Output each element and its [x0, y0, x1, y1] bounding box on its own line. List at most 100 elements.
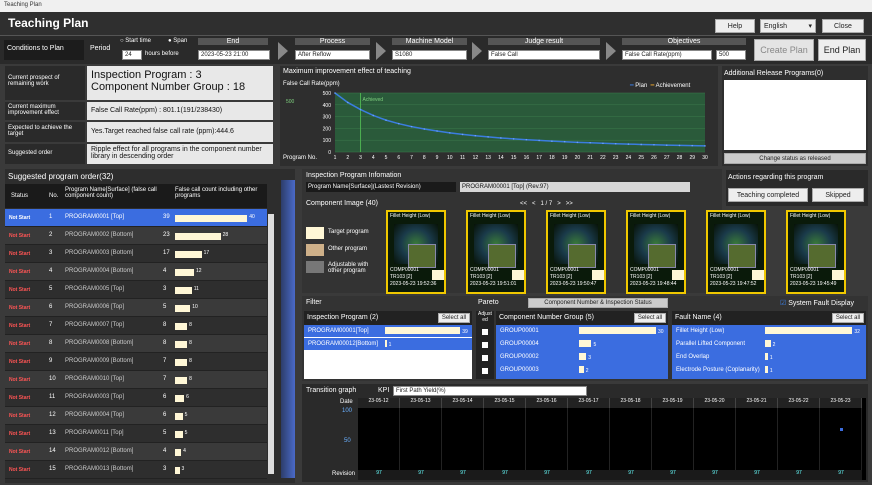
conditions-label: Conditions to Plan: [4, 40, 84, 60]
change-status-button[interactable]: Change status as released: [724, 153, 866, 164]
component-chip: [488, 244, 516, 268]
list-item[interactable]: GROUP00003 2: [496, 364, 668, 376]
row-number: 9: [49, 358, 53, 364]
component-count: 4: [163, 268, 167, 274]
component-count: 3: [163, 466, 167, 472]
component-thumbnail[interactable]: Fillet Height (Low) COMP00001 TR103 [2] 202…: [786, 210, 846, 294]
plan-point: [346, 101, 349, 104]
table-row[interactable]: Not Start 12 PROGRAM0004 [Top] 6 5: [5, 407, 267, 425]
skipped-button[interactable]: Skipped: [812, 188, 864, 202]
list-item[interactable]: PROGRAM00001[Top] 39: [304, 325, 472, 337]
table-row[interactable]: Not Start 7 PROGRAM0007 [Top] 8 8: [5, 317, 267, 335]
list-item[interactable]: Electrode Posture (Coplanarity) 1: [672, 364, 866, 376]
grid-line: [819, 408, 820, 470]
collapse-arrow[interactable]: [281, 180, 295, 478]
list-item[interactable]: End Overlap 1: [672, 351, 866, 363]
grid-line: [567, 408, 568, 470]
table-row[interactable]: Not Start 10 PROGRAM0010 [Top] 7 8: [5, 371, 267, 389]
component-thumbnail[interactable]: Fillet Height (Low) COMP00001 TR103 [2] 202…: [706, 210, 766, 294]
table-row[interactable]: Not Start 11 PROGRAM0003 [Top] 6 6: [5, 389, 267, 407]
arrow-icon: [472, 42, 482, 60]
list-item[interactable]: Fillet Height (Low) 32: [672, 325, 866, 337]
x-tick-label: 22: [600, 155, 606, 161]
date-header: 23-05-17: [568, 398, 610, 408]
conditions-label-text: Conditions to Plan: [7, 45, 64, 52]
table-row[interactable]: Not Start 2 PROGRAM0002 [Bottom] 23 28: [5, 227, 267, 245]
component-thumbnail[interactable]: Fillet Height (Low) COMP00001 TR103 [2] 202…: [386, 210, 446, 294]
table-row[interactable]: Not Start 4 PROGRAM0004 [Bottom] 4 12: [5, 263, 267, 281]
thumbnail-comp: COMP00001: [630, 267, 659, 273]
x-tick-label: 10: [447, 155, 453, 161]
adjusted-checkbox[interactable]: [482, 329, 488, 335]
adjusted-checkbox[interactable]: [482, 342, 488, 348]
col-no: No.: [49, 193, 59, 199]
fault-select-all[interactable]: Select all: [832, 313, 864, 323]
adjusted-checkbox[interactable]: [482, 368, 488, 374]
create-plan-button[interactable]: Create Plan: [754, 39, 814, 61]
kpi-select[interactable]: First Path Yield(%): [393, 386, 587, 396]
max-effect-value: False Call Rate(ppm) : 801.1(191/238430): [87, 102, 273, 120]
component-thumbnail[interactable]: Fillet Height (Low) COMP00001 TR103 [2] 202…: [546, 210, 606, 294]
cng-select-all[interactable]: Select all: [634, 313, 666, 323]
machine-header: Machine Model: [392, 38, 467, 45]
component-thumbnail[interactable]: Fillet Height (Low) COMP00001 TR103 [2] 202…: [626, 210, 686, 294]
grid-line: [525, 408, 526, 470]
system-fault-toggle[interactable]: ☑ System Fault Display: [780, 299, 854, 307]
list-item-name: Fillet Height (Low): [676, 328, 725, 334]
table-row[interactable]: Not Start 1 PROGRAM0001 [Top] 39 40: [5, 209, 267, 227]
ip-select-all[interactable]: Select all: [438, 313, 470, 323]
component-thumbnail[interactable]: Fillet Height (Low) COMP00001 TR103 [2] 202…: [466, 210, 526, 294]
row-number: 1: [49, 214, 53, 220]
table-row[interactable]: Not Start 6 PROGRAM0006 [Top] 5 10: [5, 299, 267, 317]
table-row[interactable]: Not Start 14 PROGRAM0012 [Bottom] 4 4: [5, 443, 267, 461]
plan-point: [691, 144, 694, 147]
table-row[interactable]: Not Start 15 PROGRAM0013 [Bottom] 3 3: [5, 461, 267, 479]
plan-point: [410, 125, 413, 128]
list-item[interactable]: Parallel Lifted Component 2: [672, 338, 866, 350]
program-name: PROGRAM0001 [Top]: [65, 214, 125, 220]
language-select[interactable]: English ▾: [760, 19, 816, 33]
list-item[interactable]: PROGRAM00012[Bottom] 1: [304, 338, 472, 350]
hours-input[interactable]: 24: [122, 50, 142, 60]
judge-select[interactable]: False Call: [488, 50, 600, 60]
table-row[interactable]: Not Start 9 PROGRAM0009 [Bottom] 7 8: [5, 353, 267, 371]
list-item[interactable]: GROUP00002 3: [496, 351, 668, 363]
judge-header: Judge result: [488, 38, 600, 45]
table-row[interactable]: Not Start 5 PROGRAM0005 [Top] 3 11: [5, 281, 267, 299]
pareto-label: Pareto: [478, 299, 499, 306]
thumbnail-time: 2023-05-23 19:45:49: [790, 281, 837, 287]
date-header: 23-05-16: [526, 398, 568, 408]
radio-start-time[interactable]: ○ Start time: [120, 38, 151, 44]
release-list[interactable]: [724, 80, 866, 150]
legend-target-swatch: [306, 227, 324, 239]
component-count: 6: [163, 412, 167, 418]
x-tick-label: 26: [651, 155, 657, 161]
table-row[interactable]: Not Start 3 PROGRAM0003 [Bottom] 17 17: [5, 245, 267, 263]
objectives-value-input[interactable]: 500: [716, 50, 746, 60]
x-tick-label: 23: [613, 155, 619, 161]
table-row[interactable]: Not Start 8 PROGRAM0008 [Bottom] 8 8: [5, 335, 267, 353]
help-button[interactable]: Help: [715, 19, 755, 33]
adjusted-checkbox[interactable]: [482, 355, 488, 361]
plan-point: [334, 92, 336, 94]
list-item[interactable]: GROUP00001 30: [496, 325, 668, 337]
list-item[interactable]: GROUP00004 5: [496, 338, 668, 350]
actions-panel: Actions regarding this program Teaching …: [726, 170, 868, 206]
scrollbar[interactable]: [268, 214, 274, 474]
pareto-button[interactable]: Component Number & Inspection Status: [528, 298, 668, 308]
x-tick-label: 27: [664, 155, 670, 161]
x-tick-label: 6: [397, 155, 400, 161]
actions-title: Actions regarding this program: [728, 174, 824, 181]
program-name: PROGRAM0012 [Bottom]: [65, 448, 134, 454]
revision-cell: 97: [568, 470, 610, 480]
image-pagination[interactable]: << < 1 / 7 > >>: [520, 201, 573, 207]
table-row[interactable]: Not Start 13 PROGRAM0011 [Top] 5 5: [5, 425, 267, 443]
teaching-completed-button[interactable]: Teaching completed: [728, 188, 808, 202]
end-date-input[interactable]: 2023-05-23 21:00: [198, 50, 270, 60]
process-select[interactable]: After Reflow: [295, 50, 370, 60]
close-button[interactable]: Close: [822, 19, 864, 33]
end-plan-button[interactable]: End Plan: [818, 39, 866, 61]
objectives-select[interactable]: False Call Rate(ppm): [622, 50, 712, 60]
radio-span[interactable]: ● Span: [168, 38, 187, 44]
machine-select[interactable]: S1080: [392, 50, 467, 60]
